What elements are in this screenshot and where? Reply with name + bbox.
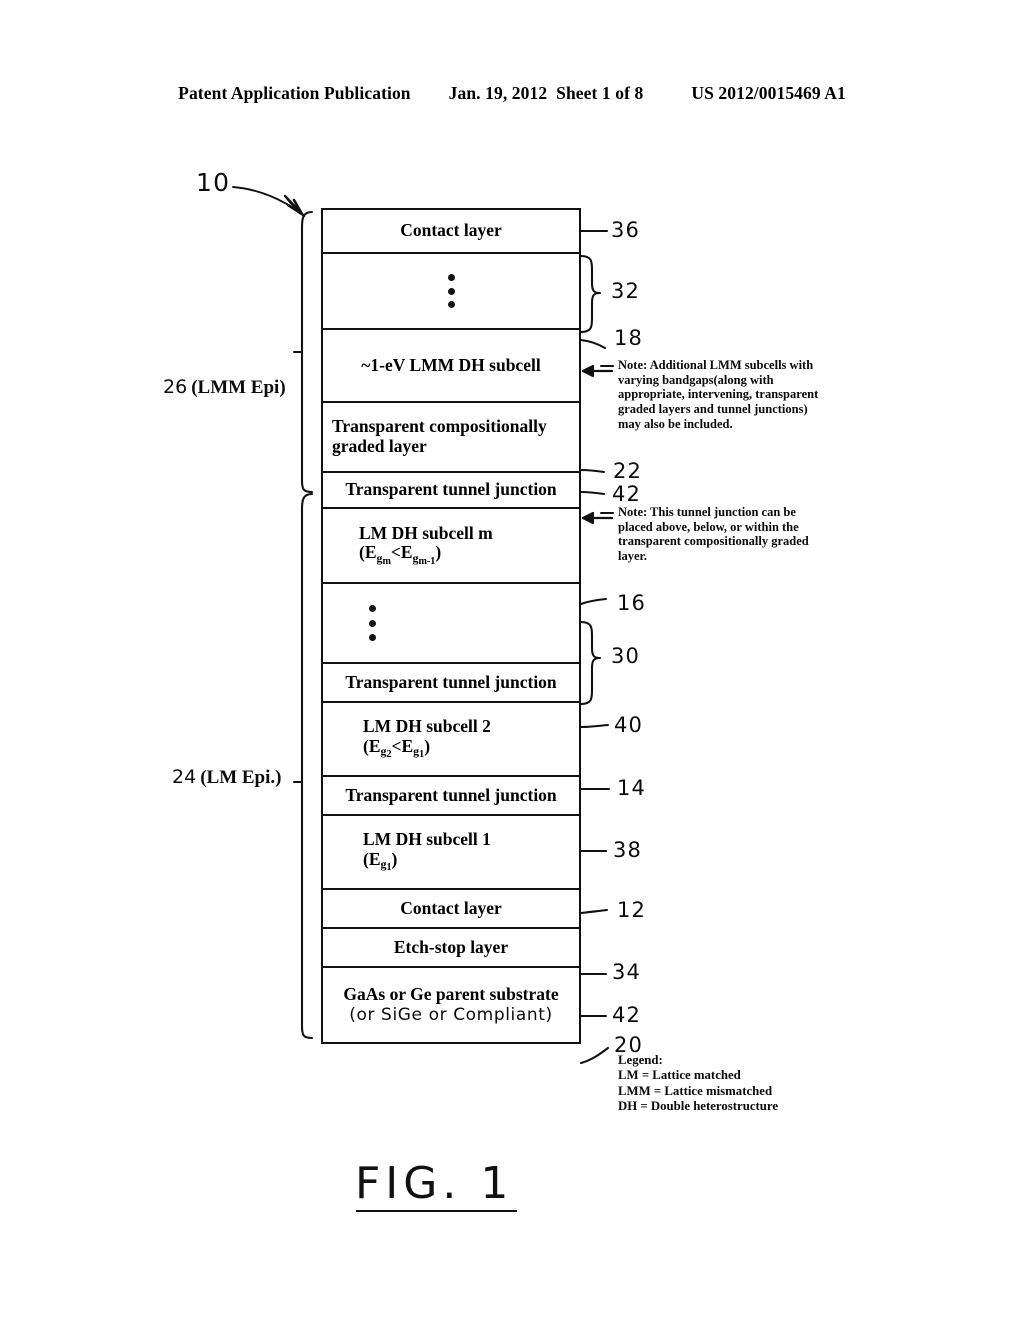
layer-parent-substrate: GaAs or Ge parent substrate (or SiGe or … bbox=[321, 966, 581, 1044]
layer-lm-dh-subcell-1: LM DH subcell 1 (Eg1) bbox=[321, 814, 581, 890]
note1-arrowhead bbox=[581, 364, 595, 378]
ellipsis-dot bbox=[447, 274, 455, 282]
layer-etch-stop-layer: Etch-stop layer bbox=[321, 927, 581, 968]
bracket-lmm-epi bbox=[300, 210, 314, 494]
ellipsis-dot bbox=[447, 287, 455, 295]
layer-bandgap-formula: (Egm<Egm-1) bbox=[359, 542, 442, 567]
legend-block: Legend: LM = Lattice matched LMM = Latti… bbox=[618, 1053, 778, 1114]
bracket-ellipsis-32 bbox=[579, 254, 602, 334]
layer-label: LM DH subcell 2 bbox=[363, 716, 491, 737]
layer-bandgap-formula: (Eg1) bbox=[363, 848, 398, 874]
side-label-lm-epi: 24 (LM Epi.) bbox=[172, 766, 281, 789]
ref-number-16: 16 bbox=[617, 591, 647, 615]
lead-line-10 bbox=[232, 186, 303, 215]
bracket-ellipsis-30 bbox=[579, 620, 602, 706]
ref-number-42-bottom: 42 bbox=[612, 1003, 642, 1027]
figure-caption: FIG. 1 bbox=[355, 1158, 514, 1209]
side-label-lmm-epi: 26 (LMM Epi) bbox=[163, 376, 286, 399]
layer-contact-layer-bottom: Contact layer bbox=[321, 888, 581, 929]
lead-arrowhead-10 bbox=[286, 198, 304, 216]
ellipsis-dot bbox=[447, 300, 455, 308]
layer-tunnel-junction-40: Transparent tunnel junction bbox=[321, 662, 581, 703]
figure-1: Contact layer ~1-eV LMM DH subcell Trans… bbox=[0, 0, 1024, 1320]
ref-number-42-top: 42 bbox=[612, 482, 642, 506]
layer-lm-dh-subcell-m: LM DH subcell m (Egm<Egm-1) bbox=[321, 507, 581, 584]
layer-label: Transparent tunnel junction bbox=[345, 784, 557, 805]
ref-number-22: 22 bbox=[613, 459, 643, 483]
side-label-lm-epi-number: 24 bbox=[172, 766, 197, 788]
layer-substrate-handwritten-note: (or SiGe or Compliant) bbox=[349, 1005, 553, 1026]
side-label-lm-epi-text: (LM Epi.) bbox=[200, 767, 282, 788]
legend-title: Legend: bbox=[618, 1053, 663, 1067]
note-1-body: Additional LMM subcells with varying ban… bbox=[618, 358, 819, 431]
layer-tunnel-junction-top: Transparent tunnel junction bbox=[321, 471, 581, 509]
leader-20 bbox=[579, 1046, 610, 1065]
layer-label: Transparent tunnel junction bbox=[345, 479, 557, 500]
layer-tunnel-junction-38: Transparent tunnel junction bbox=[321, 775, 581, 816]
note-1-head: Note: bbox=[618, 358, 648, 372]
layer-graded-layer: Transparent compositionally graded layer bbox=[321, 401, 581, 473]
ref-number-14: 14 bbox=[617, 776, 647, 800]
note-additional-lmm-subcells: Note: Additional LMM subcells with varyi… bbox=[618, 358, 833, 431]
layer-bandgap-formula: (Eg2<Eg1) bbox=[363, 735, 431, 761]
layer-label: Transparent tunnel junction bbox=[345, 671, 557, 692]
ref-number-12: 12 bbox=[617, 898, 647, 922]
note-2-body: This tunnel junction can be placed above… bbox=[618, 505, 809, 563]
side-label-lmm-epi-text: (LMM Epi) bbox=[191, 377, 286, 398]
ref-number-10: 10 bbox=[196, 168, 231, 197]
legend-line-lm: LM = Lattice matched bbox=[618, 1068, 741, 1083]
ref-number-36: 36 bbox=[611, 218, 641, 242]
note-tunnel-junction-placement: Note: This tunnel junction can be placed… bbox=[618, 505, 833, 564]
layer-label: Transparent compositionally graded layer bbox=[332, 416, 547, 456]
legend-line-dh: DH = Double heterostructure bbox=[618, 1099, 779, 1114]
side-label-lmm-epi-number: 26 bbox=[163, 376, 188, 398]
ref-number-18: 18 bbox=[614, 326, 644, 350]
layer-label: ~1-eV LMM DH subcell bbox=[361, 354, 541, 375]
leader-22 bbox=[579, 468, 606, 474]
ref-number-32: 32 bbox=[611, 279, 641, 303]
leader-12 bbox=[579, 908, 609, 915]
ref-number-34: 34 bbox=[612, 960, 642, 984]
note-2-head: Note: bbox=[618, 505, 648, 519]
leader-16 bbox=[579, 597, 608, 606]
layer-label: GaAs or Ge parent substrate bbox=[343, 983, 559, 1004]
layer-lower-ellipsis bbox=[321, 582, 581, 664]
ref-number-40: 40 bbox=[614, 713, 644, 737]
leader-42a bbox=[579, 490, 606, 496]
layer-label: LM DH subcell 1 bbox=[363, 829, 491, 850]
ref-number-30: 30 bbox=[611, 644, 641, 668]
ref-number-38: 38 bbox=[613, 838, 643, 862]
ellipsis-dot bbox=[369, 619, 376, 627]
device-layer-stack: Contact layer ~1-eV LMM DH subcell Trans… bbox=[321, 208, 581, 1044]
figure-caption-underline bbox=[356, 1210, 517, 1212]
layer-label: LM DH subcell m bbox=[359, 522, 493, 543]
layer-upper-ellipsis bbox=[321, 252, 581, 330]
layer-label: Contact layer bbox=[400, 220, 502, 241]
leader-40 bbox=[579, 723, 610, 729]
note2-arrowhead bbox=[581, 511, 595, 525]
leader-18 bbox=[579, 338, 607, 350]
layer-lm-dh-subcell-2: LM DH subcell 2 (Eg2<Eg1) bbox=[321, 701, 581, 777]
lead-arrowhead-fill-10 bbox=[283, 194, 306, 218]
layer-lmm-dh-subcell: ~1-eV LMM DH subcell bbox=[321, 328, 581, 403]
legend-line-lmm: LMM = Lattice mismatched bbox=[618, 1083, 773, 1098]
bracket-lm-epi bbox=[300, 492, 314, 1040]
layer-label: Etch-stop layer bbox=[393, 936, 509, 957]
layer-label: Contact layer bbox=[400, 897, 502, 918]
ellipsis-dot bbox=[369, 633, 376, 641]
ellipsis-dot bbox=[369, 605, 376, 613]
layer-contact-layer-top: Contact layer bbox=[321, 208, 581, 254]
